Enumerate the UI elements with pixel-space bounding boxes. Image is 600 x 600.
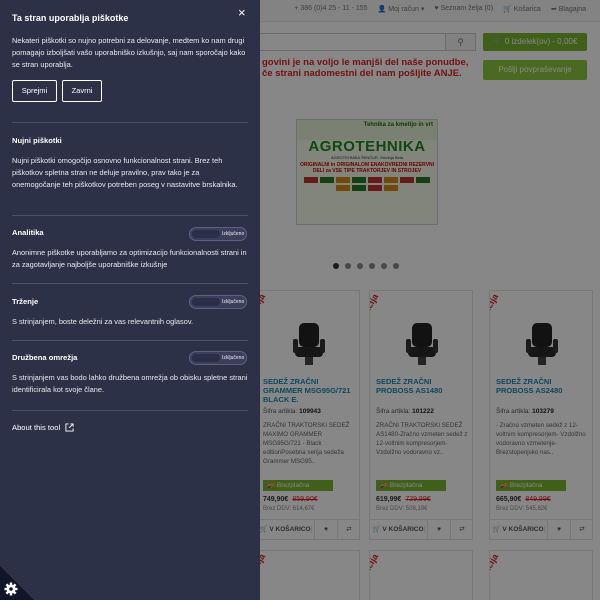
- social-media-text: S strinjanjem vas bodo lahko družbena om…: [12, 373, 248, 394]
- toggle-label: Izključeno: [222, 299, 245, 305]
- cookie-panel-title: Ta stran uporablja piškotke: [12, 13, 129, 23]
- cookie-intro-text: Nekateri piškotki so nujno potrebni za d…: [12, 36, 246, 69]
- cookie-consent-panel: Ta stran uporablja piškotke × Nekateri p…: [0, 0, 260, 600]
- analytics-text: Anonimne piškotke uporabljamo za optimiz…: [12, 248, 247, 269]
- about-this-tool-link[interactable]: About this tool: [12, 423, 74, 432]
- close-icon[interactable]: ×: [238, 6, 246, 19]
- accept-button[interactable]: Sprejmi: [12, 80, 57, 102]
- necessary-cookies-title: Nujni piškotki: [12, 136, 62, 145]
- toggle-knob: [192, 298, 220, 306]
- toggle-knob: [192, 354, 220, 362]
- marketing-title: Trženje: [12, 297, 39, 306]
- toggle-knob: [192, 230, 220, 238]
- marketing-text: S strinjanjem, boste deležni za vas rele…: [12, 317, 194, 326]
- divider: [12, 340, 248, 341]
- gear-icon[interactable]: [0, 566, 34, 600]
- toggle-label: Izključeno: [222, 231, 245, 237]
- necessary-cookies-text: Nujni piškotki omogočijo osnovno funkcio…: [12, 156, 238, 189]
- analytics-title: Analitika: [12, 228, 44, 237]
- social-media-toggle[interactable]: Izključeno: [189, 351, 247, 365]
- divider: [12, 283, 248, 284]
- external-link-icon: [65, 423, 74, 432]
- divider: [12, 122, 248, 123]
- analytics-toggle[interactable]: Izključeno: [189, 227, 247, 241]
- divider: [12, 410, 248, 411]
- reject-button[interactable]: Zavrni: [62, 80, 102, 102]
- social-media-title: Družbena omrežja: [12, 353, 78, 362]
- marketing-toggle[interactable]: Izključeno: [189, 295, 247, 309]
- toggle-label: Izključeno: [222, 355, 245, 361]
- divider: [12, 215, 248, 216]
